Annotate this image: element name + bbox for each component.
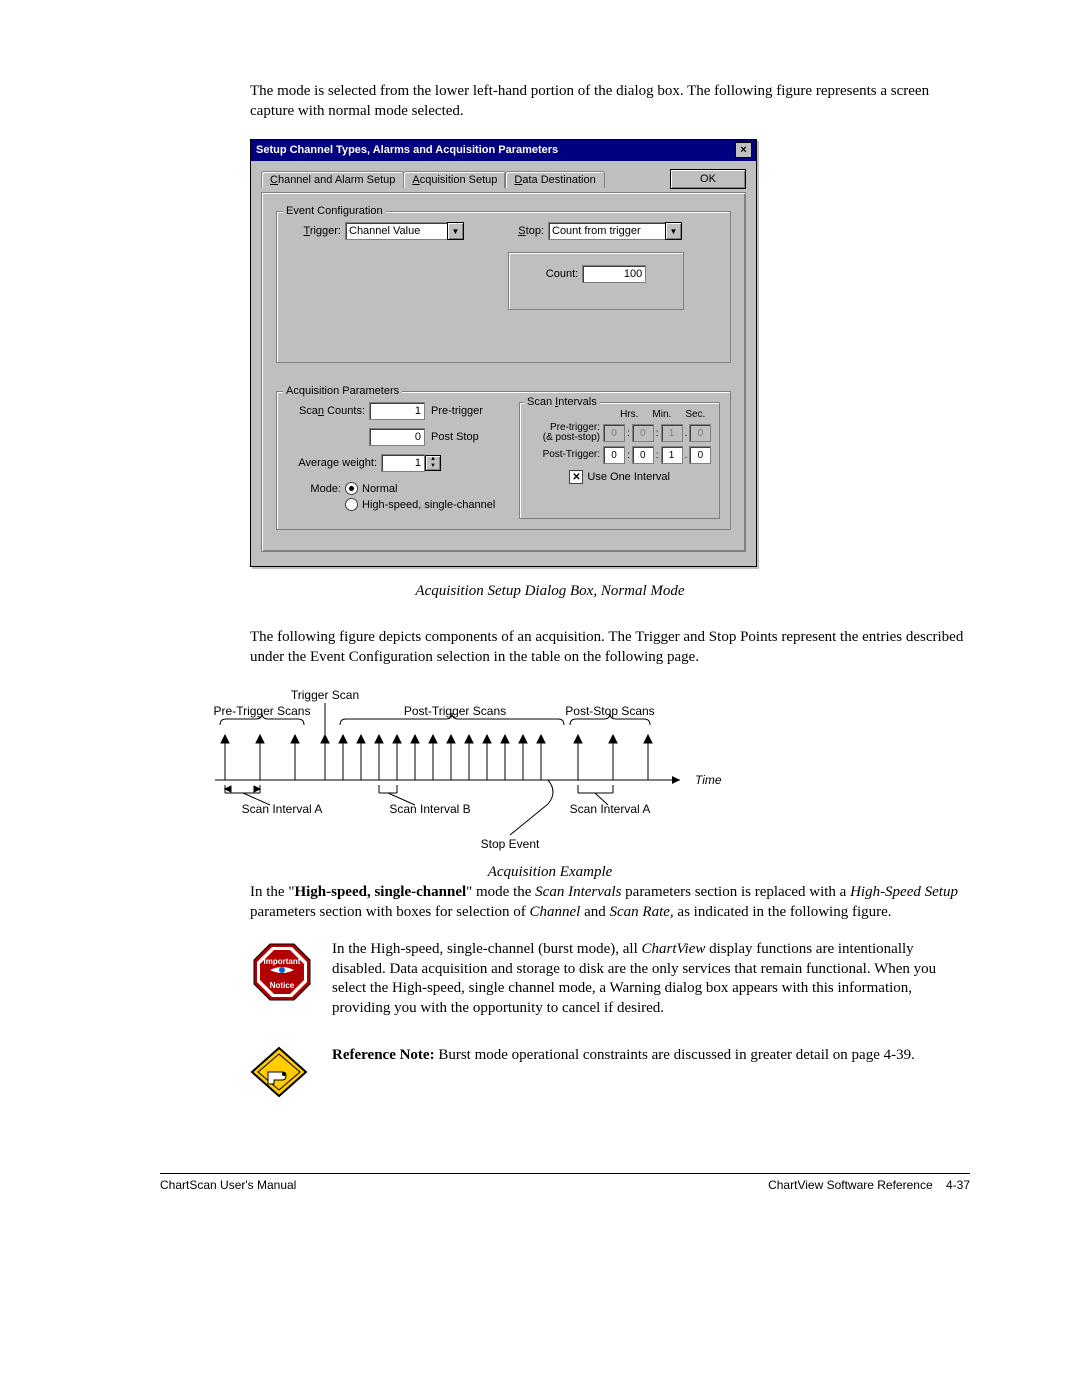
pre-frac (689, 424, 711, 442)
event-configuration-group: Event Configuration Trigger: ▼ (276, 211, 731, 363)
intro-paragraph: The mode is selected from the lower left… (250, 82, 970, 121)
hdr-min: Min. (652, 409, 671, 420)
stop-value[interactable] (548, 222, 665, 240)
pre-trigger-interval-label: Pre-trigger: (& post-stop) (528, 423, 600, 443)
ok-button[interactable]: OK (670, 169, 746, 189)
chevron-down-icon[interactable]: ▼ (665, 222, 682, 240)
post-frac[interactable] (689, 446, 711, 464)
dialog-title: Setup Channel Types, Alarms and Acquisit… (256, 144, 558, 156)
pre-sec (661, 424, 683, 442)
acquisition-parameters-group: Acquisition Parameters Scan Counts: Pre-… (276, 391, 731, 530)
acq-params-legend: Acquisition Parameters (283, 385, 402, 397)
svg-text:Scan Interval A: Scan Interval A (242, 802, 323, 816)
footer-left: ChartScan User's Manual (160, 1178, 296, 1192)
svg-text:Stop Event: Stop Event (481, 837, 540, 851)
tab-data-destination[interactable]: Data Destination (505, 171, 604, 188)
scan-counts-pretrigger-input[interactable] (369, 402, 425, 420)
reference-note-text: Reference Note: Burst mode operational c… (332, 1046, 915, 1066)
poststop-suffix: Post Stop (431, 431, 479, 443)
important-notice-icon: Important Notice (250, 940, 314, 1009)
post-hrs[interactable] (603, 446, 625, 464)
count-label: Count: (546, 268, 578, 280)
close-icon[interactable]: × (735, 142, 752, 158)
avg-weight-spinner[interactable]: ▲▼ (425, 455, 441, 471)
trigger-label: Trigger: (287, 225, 341, 237)
mode-label: Mode: (287, 483, 341, 495)
mode-normal-radio[interactable] (345, 482, 358, 495)
dialog-caption: Acquisition Setup Dialog Box, Normal Mod… (130, 583, 970, 600)
stop-combo[interactable]: ▼ (548, 222, 682, 240)
post-min[interactable] (632, 446, 654, 464)
post-trigger-interval-label: Post-Trigger: (528, 450, 600, 460)
scan-counts-poststop-input[interactable] (369, 428, 425, 446)
hdr-sec: Sec. (685, 409, 705, 420)
dialog-titlebar: Setup Channel Types, Alarms and Acquisit… (251, 140, 756, 161)
avg-weight-label: Average weight: (287, 457, 377, 469)
svg-text:Scan Interval B: Scan Interval B (389, 802, 470, 816)
hdr-hrs: Hrs. (620, 409, 638, 420)
tab-acquisition-setup[interactable]: Acquisition Setup (403, 171, 506, 189)
pretrigger-suffix: Pre-trigger (431, 405, 483, 417)
dialog-tabs: Channel and Alarm Setup Acquisition Setu… (261, 170, 604, 188)
use-one-interval-checkbox[interactable]: ✕ (569, 470, 583, 484)
use-one-interval-label: Use One Interval (587, 471, 670, 483)
footer-right: ChartView Software Reference 4-37 (768, 1178, 970, 1192)
mode-highspeed-radio[interactable] (345, 498, 358, 511)
svg-text:Trigger Scan: Trigger Scan (291, 688, 359, 702)
pre-min (632, 424, 654, 442)
stop-label: Stop: (508, 225, 544, 237)
diagram-intro-paragraph: The following figure depicts components … (250, 628, 970, 667)
chevron-down-icon[interactable]: ▼ (447, 222, 464, 240)
count-input[interactable] (582, 265, 646, 283)
post-sec[interactable] (661, 446, 683, 464)
scan-intervals-legend: Scan Intervals (524, 396, 600, 408)
scan-counts-label: Scan Counts: (287, 405, 365, 417)
svg-text:Scan Interval A: Scan Interval A (570, 802, 651, 816)
count-subgroup: Count: (508, 252, 684, 310)
svg-text:Time: Time (695, 773, 722, 787)
acquisition-setup-dialog: Setup Channel Types, Alarms and Acquisit… (250, 139, 757, 567)
svg-text:Notice: Notice (270, 981, 295, 990)
diagram-caption: Acquisition Example (130, 864, 970, 881)
trigger-combo[interactable]: ▼ (345, 222, 464, 240)
pre-hrs (603, 424, 625, 442)
scan-intervals-group: Scan Intervals Hrs. Min. Sec. Pre-trigge… (519, 402, 720, 519)
reference-note-icon (250, 1046, 314, 1103)
event-config-legend: Event Configuration (283, 205, 386, 217)
svg-text:Important: Important (264, 957, 301, 966)
trigger-value[interactable] (345, 222, 447, 240)
avg-weight-input[interactable] (381, 454, 425, 472)
acquisition-example-diagram: Trigger Scan Pre-Trigger Scans Post-Trig… (210, 685, 970, 860)
mode-normal-label: Normal (362, 483, 397, 495)
page-footer: ChartScan User's Manual ChartView Softwa… (160, 1178, 970, 1192)
important-notice-text: In the High-speed, single-channel (burst… (332, 940, 970, 1018)
mode-highspeed-label: High-speed, single-channel (362, 499, 495, 511)
highspeed-paragraph: In the "High-speed, single-channel" mode… (250, 883, 970, 922)
svg-text:Post-Trigger Scans: Post-Trigger Scans (404, 704, 506, 718)
tab-channel-alarm[interactable]: Channel and Alarm Setup (261, 171, 404, 188)
